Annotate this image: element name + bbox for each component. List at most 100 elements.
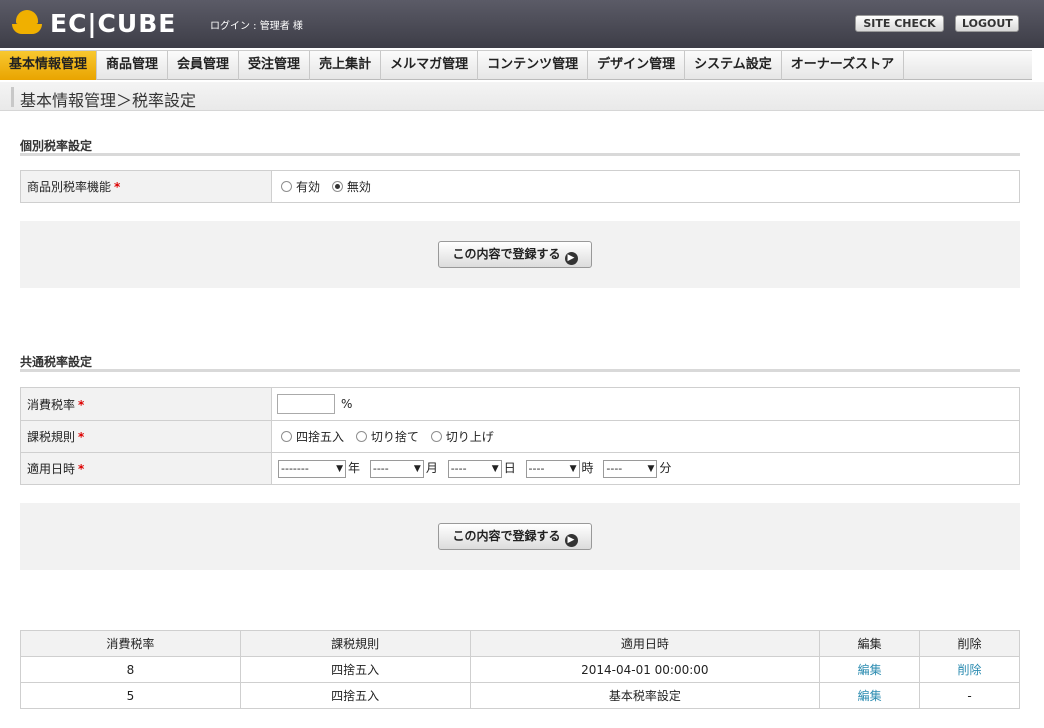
tax-rate-table: 消費税率 課税規則 適用日時 編集 削除 8 四捨五入 2014-04-01 0…: [20, 630, 1020, 709]
field-value: 有効 無効: [271, 170, 1020, 203]
col-header-edit: 編集: [819, 630, 921, 657]
nav-item-mail-magazine[interactable]: メルマガ管理: [381, 51, 479, 80]
cell-delete: -: [919, 682, 1020, 709]
radio-label-disabled: 無効: [346, 180, 371, 194]
form-row-product-tax: 商品別税率機能 * 有効 無効: [20, 170, 1020, 203]
month-select[interactable]: ---- ▼: [369, 459, 424, 478]
nav-item-customers[interactable]: 会員管理: [168, 51, 240, 80]
radio-enabled[interactable]: [281, 181, 292, 192]
submit-label: この内容で登録する: [452, 529, 561, 543]
table-header-row: 消費税率 課税規則 適用日時 編集 削除: [20, 630, 1020, 657]
nav-item-products[interactable]: 商品管理: [97, 51, 169, 80]
radio-label-floor: 切り捨て: [370, 430, 419, 444]
cell-date: 基本税率設定: [469, 682, 821, 709]
submit-label: この内容で登録する: [452, 247, 561, 261]
individual-tax-title: 個別税率設定: [20, 132, 1020, 156]
radio-ceil[interactable]: [430, 431, 442, 442]
rule-label: 課税規則: [27, 430, 76, 444]
dropdown-arrow-icon: ▼: [413, 463, 421, 474]
cell-delete: 削除: [919, 656, 1020, 683]
logout-button[interactable]: LOGOUT: [955, 15, 1019, 32]
year-select[interactable]: ------- ▼: [278, 459, 346, 478]
nav-item-contents[interactable]: コンテンツ管理: [478, 51, 589, 80]
dropdown-arrow-icon: ▼: [336, 463, 343, 474]
cell-edit: 編集: [819, 682, 921, 709]
nav-item-owners-store[interactable]: オーナーズストア: [782, 51, 905, 80]
nav-item-basic-info[interactable]: 基本情報管理: [0, 51, 98, 80]
radio-floor[interactable]: [355, 431, 367, 442]
hour-unit: 時: [581, 461, 594, 476]
form-row-rate: 消費税率 * %: [20, 387, 1020, 421]
select-value: ----: [606, 461, 623, 475]
cell-edit: 編集: [819, 656, 921, 683]
individual-submit-area: この内容で登録する ▶: [20, 221, 1020, 288]
ec-cube-logo[interactable]: EC|CUBE: [12, 10, 176, 38]
cell-rule: 四捨五入: [239, 682, 471, 709]
day-unit: 日: [503, 461, 516, 476]
arrow-right-icon: ▶: [564, 534, 578, 547]
radio-label-ceil: 切り上げ: [445, 430, 494, 444]
required-mark: *: [78, 462, 85, 476]
dropdown-arrow-icon: ▼: [491, 463, 499, 474]
radio-label-enabled: 有効: [296, 180, 321, 194]
col-header-delete: 削除: [919, 630, 1020, 657]
nav-item-sales[interactable]: 売上集計: [310, 51, 382, 80]
common-submit-area: この内容で登録する ▶: [20, 503, 1020, 570]
individual-submit-button[interactable]: この内容で登録する ▶: [438, 241, 592, 268]
radio-label-round: 四捨五入: [296, 430, 345, 444]
year-unit: 年: [348, 461, 361, 476]
cell-rate: 8: [20, 656, 241, 683]
date-label: 適用日時: [27, 462, 76, 476]
form-row-rule: 課税規則 * 四捨五入 切り捨て 切り上げ: [20, 420, 1020, 453]
select-value: -------: [281, 461, 309, 475]
cell-rule: 四捨五入: [239, 656, 471, 683]
cell-date: 2014-04-01 00:00:00: [469, 656, 821, 683]
hour-select[interactable]: ---- ▼: [525, 459, 580, 478]
common-submit-button[interactable]: この内容で登録する ▶: [438, 523, 592, 550]
field-value: ------- ▼ 年 ---- ▼ 月 ---- ▼ 日 ---- ▼ 時 ---- ▼ 分: [271, 452, 1020, 485]
arrow-right-icon: ▶: [564, 252, 578, 265]
field-label: 課税規則 *: [20, 420, 272, 453]
field-value: %: [271, 387, 1020, 421]
field-label: 適用日時 *: [20, 452, 272, 485]
logo-text: EC|CUBE: [50, 9, 177, 38]
cube-logo-icon: [12, 10, 42, 38]
dropdown-arrow-icon: ▼: [647, 463, 655, 474]
select-value: ----: [372, 461, 389, 475]
common-tax-title: 共通税率設定: [20, 348, 1020, 372]
field-label: 商品別税率機能 *: [20, 170, 272, 203]
common-tax-form: 消費税率 * % 課税規則 * 四捨五入 切り捨て 切り上げ 適用日時 * -----…: [20, 387, 1020, 485]
field-value: 四捨五入 切り捨て 切り上げ: [271, 420, 1020, 453]
required-mark: *: [114, 180, 121, 194]
tax-rate-input[interactable]: [277, 394, 335, 414]
delete-link[interactable]: 削除: [958, 663, 982, 677]
breadcrumb: 基本情報管理＞税率設定: [20, 91, 197, 110]
breadcrumb-marker: [11, 87, 14, 107]
edit-link[interactable]: 編集: [858, 663, 882, 677]
nav-item-orders[interactable]: 受注管理: [239, 51, 311, 80]
percent-unit: %: [341, 396, 353, 411]
col-header-date: 適用日時: [469, 630, 821, 657]
radio-disabled[interactable]: [331, 181, 343, 192]
breadcrumb-bar: 基本情報管理＞税率設定: [0, 82, 1044, 111]
individual-tax-form: 商品別税率機能 * 有効 無効: [20, 170, 1020, 203]
admin-header: EC|CUBE ログイン : 管理者 様 SITE CHECK LOGOUT: [0, 0, 1044, 48]
rate-label: 消費税率: [27, 397, 76, 412]
select-value: ----: [450, 461, 467, 475]
radio-round[interactable]: [281, 431, 292, 442]
site-check-button[interactable]: SITE CHECK: [855, 15, 944, 32]
required-mark: *: [78, 430, 85, 444]
edit-link[interactable]: 編集: [858, 689, 882, 703]
select-value: ----: [528, 461, 545, 475]
col-header-rule: 課税規則: [239, 630, 471, 657]
day-select[interactable]: ---- ▼: [447, 459, 502, 478]
col-header-rate: 消費税率: [20, 630, 241, 657]
nav-item-design[interactable]: デザイン管理: [588, 51, 686, 80]
minute-unit: 分: [659, 461, 672, 476]
minute-select[interactable]: ---- ▼: [603, 459, 658, 478]
main-nav: 基本情報管理 商品管理 会員管理 受注管理 売上集計 メルマガ管理 コンテンツ管…: [0, 50, 1032, 80]
month-unit: 月: [425, 461, 438, 476]
form-row-date: 適用日時 * ------- ▼ 年 ---- ▼ 月 ---- ▼ 日 ---- ▼ 時 ---…: [20, 452, 1020, 485]
nav-item-system[interactable]: システム設定: [685, 51, 782, 80]
product-tax-label: 商品別税率機能: [27, 180, 112, 194]
